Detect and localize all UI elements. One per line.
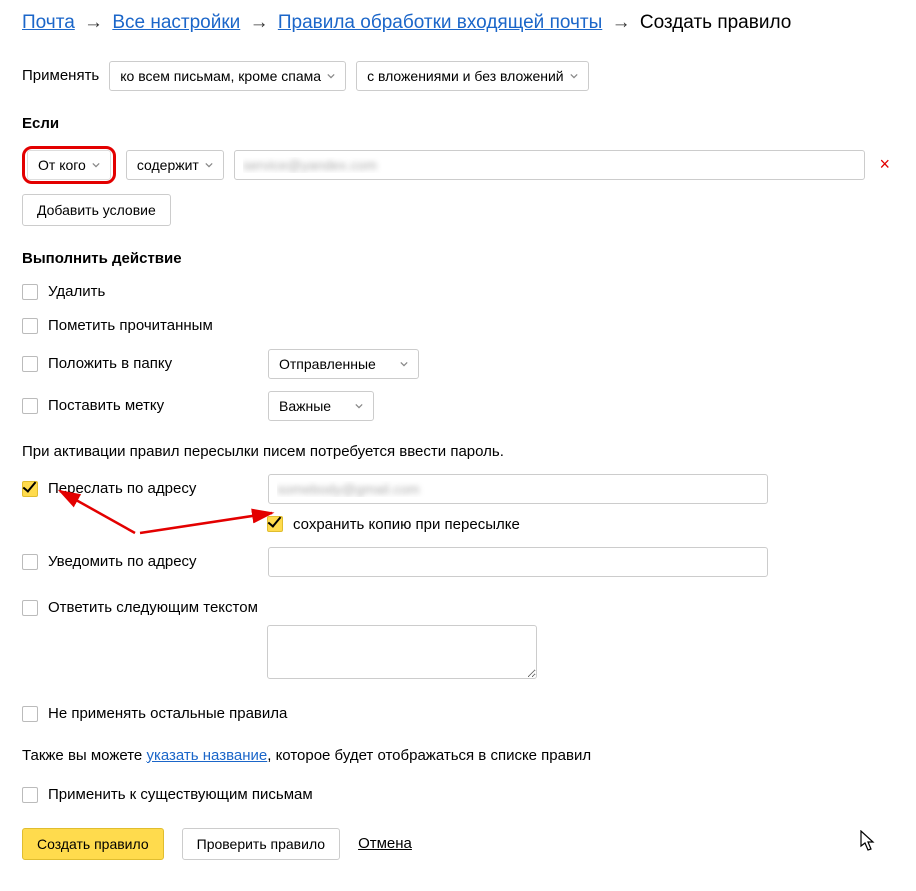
notify-to-label: Уведомить по адресу [48, 553, 258, 570]
breadcrumb-rules[interactable]: Правила обработки входящей почты [278, 12, 602, 33]
breadcrumb-settings[interactable]: Все настройки [112, 12, 240, 33]
skip-rest-checkbox[interactable] [22, 706, 38, 722]
highlight-annotation: От кого [22, 146, 116, 184]
apply-attach-select[interactable]: с вложениями и без вложений [356, 61, 589, 91]
mark-read-label: Пометить прочитанным [48, 317, 213, 334]
remove-condition-icon[interactable]: × [875, 154, 894, 175]
check-rule-button[interactable]: Проверить правило [182, 828, 340, 860]
put-folder-checkbox[interactable] [22, 356, 38, 372]
arrow-icon: → [84, 12, 103, 33]
breadcrumb-mail[interactable]: Почта [22, 12, 75, 33]
reply-text-checkbox[interactable] [22, 600, 38, 616]
add-condition-button[interactable]: Добавить условие [22, 194, 171, 226]
chevron-down-icon [355, 402, 363, 410]
reply-text-label: Ответить следующим текстом [48, 599, 258, 616]
set-label-label: Поставить метку [48, 397, 258, 414]
folder-value: Отправленные [279, 356, 376, 372]
arrow-icon: → [250, 12, 269, 33]
notify-to-checkbox[interactable] [22, 554, 38, 570]
name-hint-link[interactable]: указать название [146, 747, 267, 764]
keep-copy-label: сохранить копию при пересылке [293, 516, 520, 533]
breadcrumb-current: Создать правило [640, 12, 791, 33]
do-title: Выполнить действие [22, 250, 894, 267]
condition-field-select[interactable]: От кого [27, 150, 111, 180]
condition-value-input[interactable] [234, 150, 866, 180]
apply-existing-label: Применить к существующим письмам [48, 786, 313, 803]
add-condition-row: Добавить условие [22, 194, 894, 226]
condition-op-value: содержит [137, 157, 199, 173]
name-hint-post: , которое будет отображаться в списке пр… [267, 747, 591, 764]
notify-to-input[interactable] [268, 547, 768, 577]
keep-copy-checkbox[interactable] [267, 516, 283, 532]
arrow-icon: → [612, 12, 631, 33]
forward-to-label: Переслать по адресу [48, 480, 258, 497]
forward-hint: При активации правил пересылки писем пот… [22, 443, 894, 460]
chevron-down-icon [570, 72, 578, 80]
condition-op-select[interactable]: содержит [126, 150, 224, 180]
skip-rest-label: Не применять остальные правила [48, 705, 287, 722]
label-select[interactable]: Важные [268, 391, 374, 421]
folder-select[interactable]: Отправленные [268, 349, 419, 379]
delete-label: Удалить [48, 283, 105, 300]
apply-scope-select[interactable]: ко всем письмам, кроме спама [109, 61, 346, 91]
mark-read-checkbox[interactable] [22, 318, 38, 334]
chevron-down-icon [205, 161, 213, 169]
apply-row: Применять ко всем письмам, кроме спама с… [22, 61, 894, 91]
condition-row: От кого содержит × [22, 146, 894, 184]
apply-label: Применять [22, 67, 99, 84]
label-value: Важные [279, 398, 331, 414]
name-hint-pre: Также вы можете [22, 747, 146, 764]
chevron-down-icon [400, 360, 408, 368]
chevron-down-icon [327, 72, 335, 80]
breadcrumb: Почта → Все настройки → Правила обработк… [22, 10, 894, 37]
apply-scope-value: ко всем письмам, кроме спама [120, 68, 321, 84]
condition-field-value: От кого [38, 157, 86, 173]
apply-attach-value: с вложениями и без вложений [367, 68, 564, 84]
delete-checkbox[interactable] [22, 284, 38, 300]
cancel-link[interactable]: Отмена [358, 835, 412, 852]
set-label-checkbox[interactable] [22, 398, 38, 414]
name-hint: Также вы можете указать название, которо… [22, 747, 894, 764]
forward-to-checkbox[interactable] [22, 481, 38, 497]
put-folder-label: Положить в папку [48, 355, 258, 372]
forward-to-input[interactable] [268, 474, 768, 504]
chevron-down-icon [92, 161, 100, 169]
reply-text-textarea[interactable] [267, 625, 537, 679]
create-rule-button[interactable]: Создать правило [22, 828, 164, 860]
apply-existing-checkbox[interactable] [22, 787, 38, 803]
if-title: Если [22, 115, 894, 132]
